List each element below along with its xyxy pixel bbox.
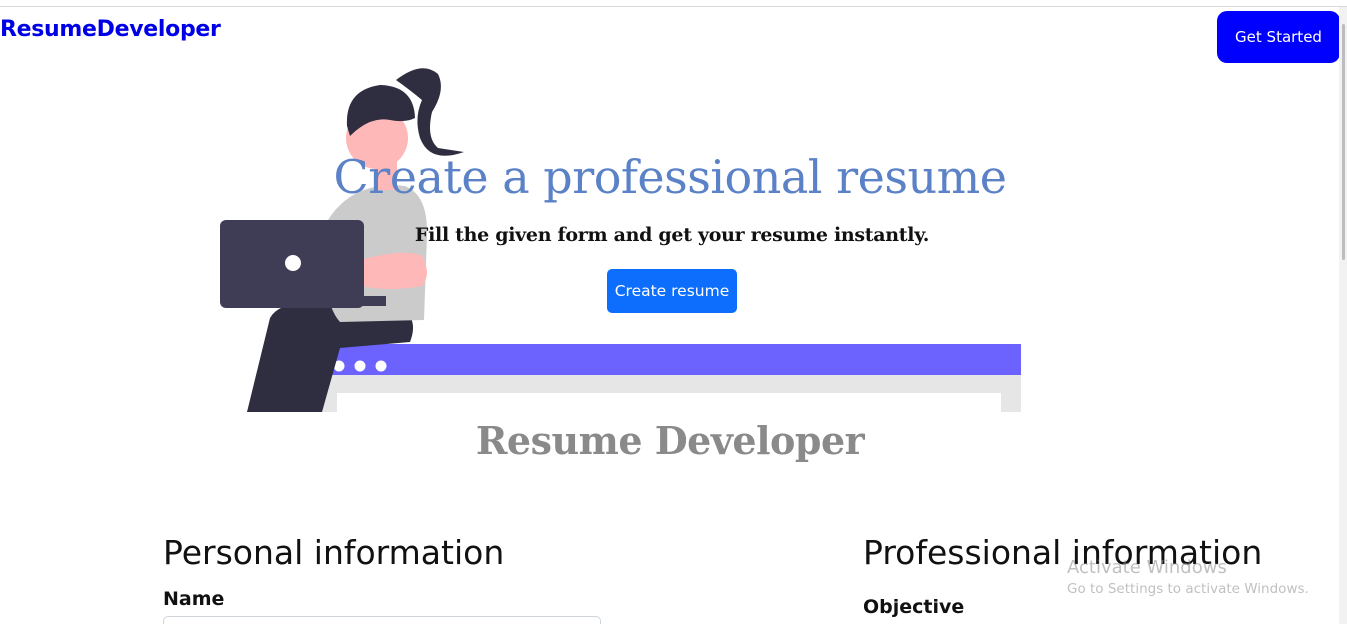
bench-inner [337,393,1001,412]
personal-information-heading: Personal information [163,533,505,572]
woman-arm [360,252,427,289]
bench-bar [317,344,1021,375]
name-label: Name [163,588,225,610]
window-dot-3 [375,360,387,372]
objective-label: Objective [863,596,965,618]
watermark-subtitle: Go to Settings to activate Windows. [1067,581,1309,597]
watermark-title: Activate Windows [1067,557,1227,578]
get-started-button[interactable]: Get Started [1217,11,1340,63]
brand-logo[interactable]: ResumeDeveloper [0,17,221,42]
laptop-base [310,296,386,306]
name-input[interactable] [163,616,601,624]
section-title: Resume Developer [475,418,865,463]
create-resume-button[interactable]: Create resume [607,269,737,313]
window-dot-2 [354,360,366,372]
activate-windows-watermark: Activate Windows Go to Settings to activ… [1067,557,1309,597]
hero-subtitle: Fill the given form and get your resume … [414,224,930,246]
scrollbar-thumb[interactable] [1342,24,1345,260]
hero-title: Create a professional resume [333,150,1007,204]
top-divider [0,6,1347,7]
page: ResumeDeveloper Get Started Create a pro… [0,0,1347,624]
laptop-logo [285,255,301,271]
